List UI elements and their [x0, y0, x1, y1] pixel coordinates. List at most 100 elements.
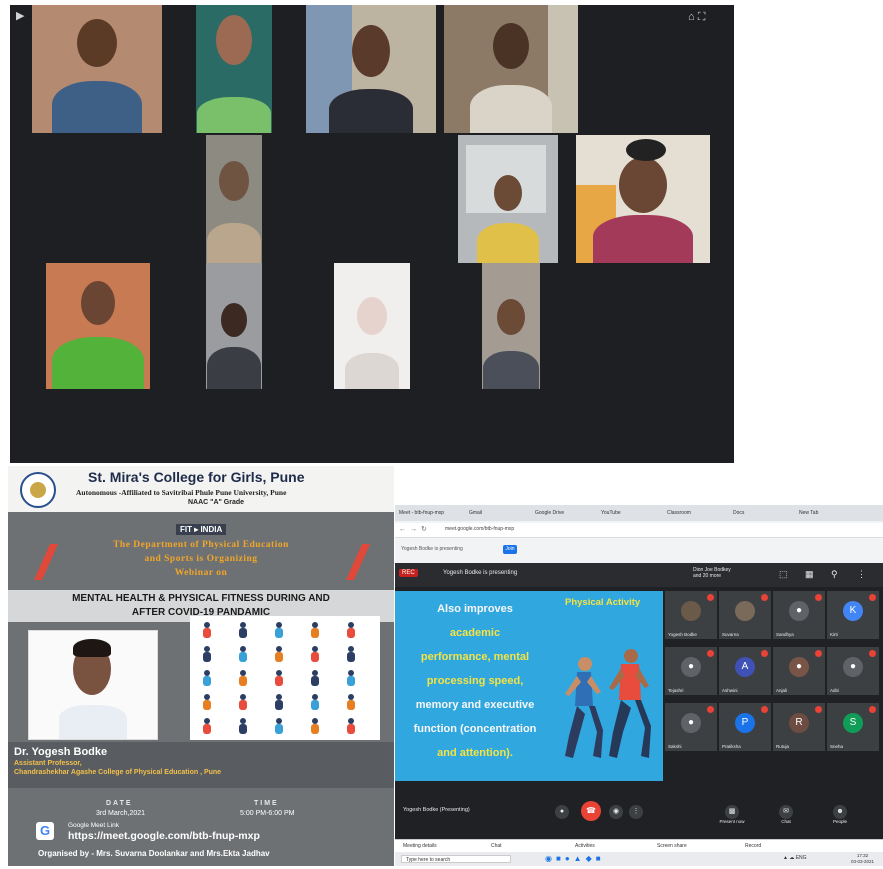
slide-line: performance, mental	[420, 651, 530, 663]
slide-heading: Physical Activity	[565, 597, 641, 608]
fitness-figure-icon	[202, 670, 212, 686]
clock-date: 03-03-2021	[851, 859, 875, 864]
date-label: DATE	[106, 800, 133, 807]
people-button[interactable]: ☻	[833, 805, 847, 819]
participant-tile-5[interactable]	[206, 135, 262, 263]
fitness-figure-icon	[202, 646, 212, 662]
participant-tile[interactable]: ● Sandhya	[773, 591, 825, 639]
tab-new[interactable]: New Tab	[799, 508, 818, 518]
department-line-2: and Sports is Organizing	[144, 554, 258, 564]
docbar-item-1[interactable]: Meeting details	[403, 843, 437, 849]
participant-tile[interactable]: A Ashwini	[719, 647, 771, 695]
participant-tile[interactable]: ● Aditi	[827, 647, 879, 695]
participant-tile-3[interactable]	[306, 5, 436, 133]
tab-meet[interactable]: Meet - btb-fnup-mxp	[399, 508, 444, 518]
play-icon[interactable]: ▶	[16, 9, 24, 22]
college-logo-icon	[20, 472, 56, 508]
participant-tile-7[interactable]	[576, 135, 710, 263]
fitness-figure-icon	[310, 670, 320, 686]
present-button[interactable]: ▩	[725, 805, 739, 819]
participant-tile-2[interactable]	[196, 5, 272, 133]
participant-tile-1[interactable]	[32, 5, 162, 133]
participant-avatar	[735, 601, 755, 621]
speaker-photo	[28, 630, 158, 740]
system-tray[interactable]: ▲ ☁ ENG	[783, 855, 807, 861]
mic-muted-icon	[869, 594, 876, 601]
gmeet-link[interactable]: https://meet.google.com/btb-fnup-mxp	[68, 830, 260, 842]
participant-name: Suvarna	[722, 632, 739, 637]
participant-tile[interactable]: Yogesh Bodke	[665, 591, 717, 639]
fitness-figure-icon	[346, 670, 356, 686]
participant-name: Kirti	[830, 632, 838, 637]
participant-tile-4[interactable]	[444, 5, 578, 133]
gmeet-label: Google Meet Link	[68, 822, 119, 829]
participant-tile[interactable]: Suvarna	[719, 591, 771, 639]
participant-avatar: R	[789, 713, 809, 733]
notification-bar: Yogesh Bodke is presenting Join	[395, 543, 883, 557]
docbar-item-3[interactable]: Activities	[575, 843, 595, 849]
participant-tile-10[interactable]	[334, 263, 410, 389]
layout-icon[interactable]: ▦	[805, 569, 814, 580]
window-controls-icon[interactable]: ⌂ ⛶	[688, 11, 705, 24]
meeting-info: Yogesh Bodke (Presenting)	[403, 807, 470, 813]
tab-youtube[interactable]: YouTube	[601, 508, 621, 518]
address-bar[interactable]: ←→↻ meet.google.com/btb-fnup-mxp	[395, 523, 883, 538]
mic-muted-icon	[707, 594, 714, 601]
slide-line: Also improves	[437, 603, 513, 615]
participant-tile[interactable]: R Rutuja	[773, 703, 825, 751]
fitness-figure-icon	[238, 694, 248, 710]
end-call-button[interactable]: ☎	[581, 801, 601, 821]
more-options-icon[interactable]: ⋮	[857, 569, 866, 580]
tab-classroom[interactable]: Classroom	[667, 508, 691, 518]
mic-muted-icon	[761, 650, 768, 657]
participant-tile[interactable]: K Kirti	[827, 591, 879, 639]
chat-button[interactable]: ✉	[779, 805, 793, 819]
participant-name: Sakshi	[668, 744, 682, 749]
fitness-figure-icon	[346, 718, 356, 734]
tab-docs[interactable]: Docs	[733, 508, 744, 518]
fitness-figure-icon	[238, 670, 248, 686]
participant-name: Anjali	[776, 688, 788, 693]
participant-tile[interactable]: ● Anjali	[773, 647, 825, 695]
participant-tile[interactable]: ● Sakshi	[665, 703, 717, 751]
presentation-slide: Physical Activity Also improves academic…	[395, 591, 663, 781]
docbar-item-2[interactable]: Chat	[491, 843, 502, 849]
participant-tile-11[interactable]	[482, 263, 540, 389]
fitness-figure-icon	[238, 622, 248, 638]
fitness-figure-icon	[346, 646, 356, 662]
participant-tile[interactable]: ● Tejashri	[665, 647, 717, 695]
browser-window: Meet - btb-fnup-mxp Gmail Google Drive Y…	[395, 505, 883, 866]
fitness-figure-icon	[310, 622, 320, 638]
participant-name: Rutuja	[776, 744, 790, 749]
participant-tile-8[interactable]	[46, 263, 150, 389]
taskbar-apps-icon[interactable]: ◉■●▲◆■	[545, 854, 605, 863]
expand-icon[interactable]: ⬚	[779, 569, 788, 580]
mic-button[interactable]: ●	[555, 805, 569, 819]
participant-tile[interactable]: S Sneha	[827, 703, 879, 751]
fitness-illustrations	[190, 616, 380, 740]
meet-top-bar: REC Yogesh Bodke is presenting Dion Joe …	[395, 563, 883, 587]
participant-tile[interactable]: P Pratiksha	[719, 703, 771, 751]
taskbar: Type here to search ◉■●▲◆■ ▲ ☁ ENG 17:32…	[395, 852, 883, 866]
pin-icon[interactable]: ⚲	[831, 569, 838, 580]
more-button[interactable]: ⋮	[629, 805, 643, 819]
join-button[interactable]: Join	[503, 545, 517, 554]
url-text[interactable]: meet.google.com/btb-fnup-mxp	[445, 526, 514, 532]
docbar-item-5[interactable]: Record	[745, 843, 761, 849]
participant-avatar: ●	[843, 657, 863, 677]
participant-tile-9[interactable]	[206, 263, 262, 389]
docbar-item-4[interactable]: Screen share	[657, 843, 687, 849]
video-call-grid: ▶ ⌂ ⛶	[10, 5, 734, 463]
time-value: 5:00 PM-6:00 PM	[240, 810, 295, 817]
fitness-figure-icon	[274, 646, 284, 662]
nav-buttons-icon[interactable]: ←→↻	[399, 525, 431, 533]
camera-button[interactable]: ◉	[609, 805, 623, 819]
mic-muted-icon	[761, 594, 768, 601]
participant-tile-6[interactable]	[458, 135, 558, 263]
taskbar-search-input[interactable]: Type here to search	[401, 855, 511, 863]
tab-drive[interactable]: Google Drive	[535, 508, 564, 518]
people-label: People	[832, 819, 847, 824]
date-value: 3rd March,2021	[96, 810, 146, 817]
tab-gmail[interactable]: Gmail	[469, 508, 482, 518]
meet-window: REC Yogesh Bodke is presenting Dion Joe …	[395, 563, 883, 839]
